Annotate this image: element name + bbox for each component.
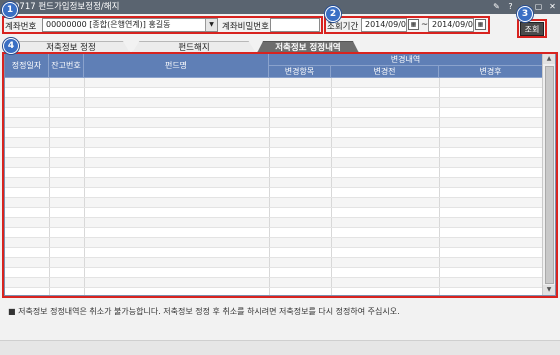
highlight-period-section: [324, 16, 490, 34]
status-bar: [0, 340, 560, 355]
pin-icon[interactable]: ✎: [491, 1, 502, 12]
maximize-icon[interactable]: ▢: [533, 1, 544, 12]
close-icon[interactable]: ✕: [547, 1, 558, 12]
highlight-search-button: [517, 19, 547, 38]
marker-1: 1: [2, 2, 18, 18]
notice-text: ■ 저축정보 정정내역은 취소가 불가능합니다. 저축정보 정정 후 취소를 하…: [8, 307, 400, 316]
highlight-account-section: [2, 16, 323, 34]
highlight-history-grid: [2, 52, 558, 298]
marker-4: 4: [3, 38, 19, 54]
title-bar: 0717 펀드가입정보정정/해지 ✎ ? ▭ ▢ ✕: [0, 0, 560, 14]
help-icon[interactable]: ?: [505, 1, 516, 12]
marker-3: 3: [517, 6, 533, 22]
window-title: 0717 펀드가입정보정정/해지: [14, 2, 120, 12]
marker-2: 2: [325, 6, 341, 22]
